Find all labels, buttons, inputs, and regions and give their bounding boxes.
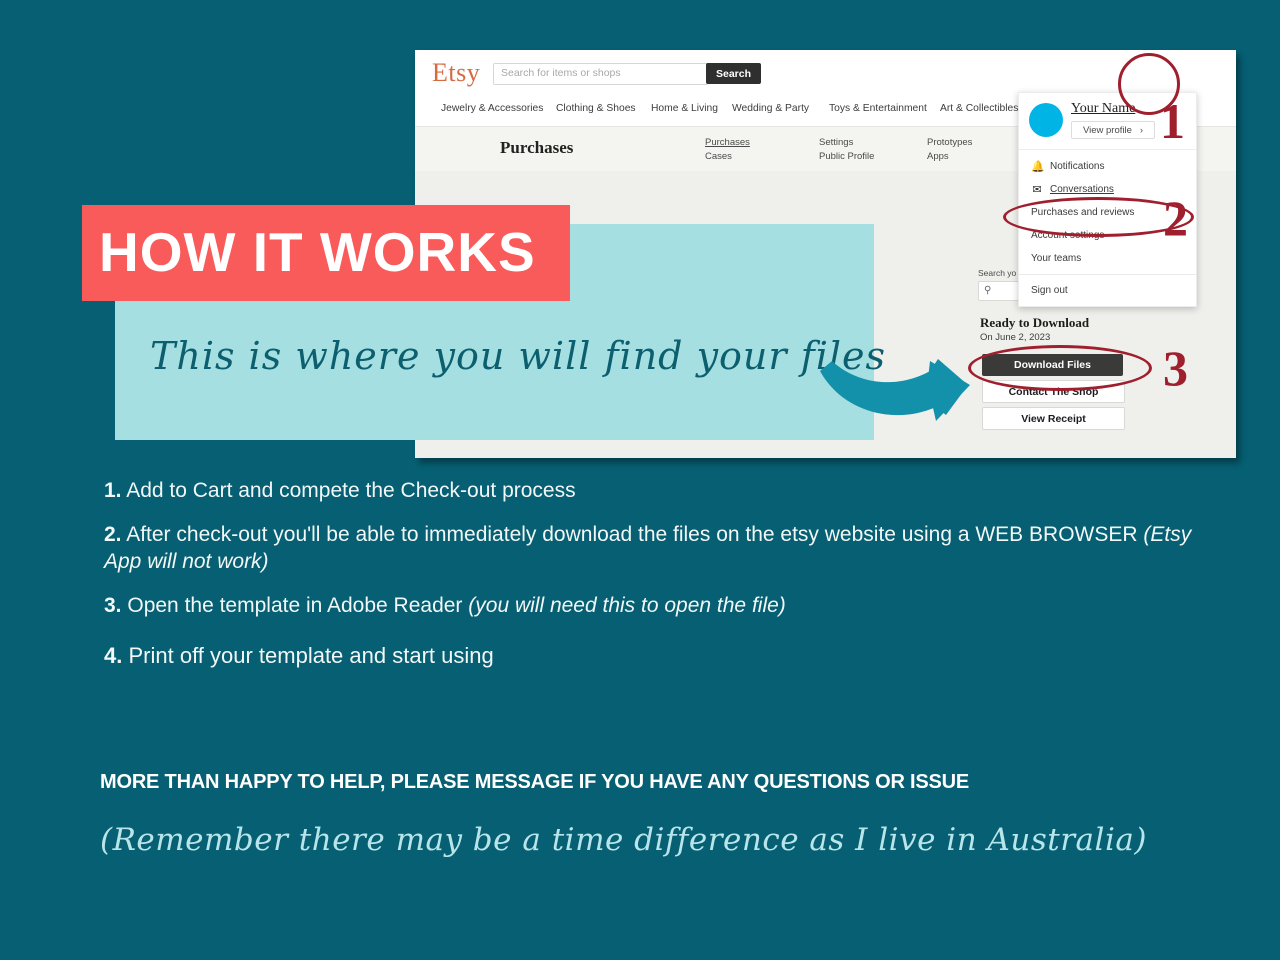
chevron-right-icon: › — [1139, 124, 1144, 136]
annotation-number-1: 1 — [1160, 93, 1185, 149]
step-4: 4. Print off your template and start usi… — [104, 642, 1204, 670]
step-3-italic: (you will need this to open the file) — [468, 593, 786, 617]
category-art[interactable]: Art & Collectibles — [940, 103, 1018, 114]
etsy-search-button[interactable]: Search — [706, 63, 761, 84]
category-wedding[interactable]: Wedding & Party — [732, 103, 809, 114]
nav-column-1: Purchases Cases — [705, 136, 750, 164]
nav-column-2: Settings Public Profile — [819, 136, 874, 164]
view-profile-button[interactable]: View profile › — [1071, 121, 1155, 139]
etsy-search-placeholder: Search for items or shops — [501, 67, 621, 79]
etsy-logo: Etsy — [432, 58, 481, 87]
annotation-ellipse-3 — [968, 345, 1152, 391]
etsy-search-input[interactable]: Search for items or shops — [493, 63, 708, 85]
step-4-number: 4. — [104, 642, 123, 668]
heart-icon: ♥ — [1228, 54, 1236, 74]
nav-public-profile-link[interactable]: Public Profile — [819, 150, 874, 164]
annotation-number-3: 3 — [1163, 340, 1188, 396]
nav-apps-link[interactable]: Apps — [927, 150, 972, 164]
nav-prototypes-link[interactable]: Prototypes — [927, 136, 972, 150]
annotation-number-2: 2 — [1163, 190, 1188, 246]
order-search-label: Search yo — [978, 268, 1017, 278]
nav-cases-link[interactable]: Cases — [705, 150, 750, 164]
step-3: 3. Open the template in Adobe Reader (yo… — [104, 593, 1204, 620]
menu-divider — [1019, 274, 1196, 275]
step-4-text: Print off your template and start using — [128, 642, 494, 668]
favorites-label: Favorites — [1228, 76, 1236, 86]
menu-item-your-teams-label: Your teams — [1031, 253, 1082, 264]
banner-script-caption: This is where you will find your files — [150, 334, 886, 378]
category-clothing[interactable]: Clothing & Shoes — [556, 103, 636, 114]
favorites-button[interactable]: ♥ Favorites — [1228, 54, 1236, 86]
view-profile-label: View profile — [1082, 124, 1132, 136]
envelope-icon: ✉ — [1032, 184, 1042, 196]
step-2-text: After check-out you'll be able to immedi… — [126, 522, 1144, 546]
category-home[interactable]: Home & Living — [651, 103, 718, 114]
bell-icon: 🔔 — [1031, 161, 1045, 173]
banner-title: HOW IT WORKS — [99, 221, 536, 283]
category-jewelry[interactable]: Jewelry & Accessories — [441, 103, 543, 114]
step-1: 1. Add to Cart and compete the Check-out… — [104, 478, 1204, 505]
nav-purchases-link[interactable]: Purchases — [705, 136, 750, 150]
etsy-header: Etsy Search for items or shops Search ♥ … — [415, 50, 1236, 96]
step-3-number: 3. — [104, 593, 122, 617]
menu-item-notifications-label: Notifications — [1050, 161, 1105, 172]
step-3-text: Open the template in Adobe Reader — [127, 593, 469, 617]
step-1-number: 1. — [104, 479, 122, 502]
category-toys[interactable]: Toys & Entertainment — [829, 103, 927, 114]
menu-item-notifications[interactable]: 🔔 Notifications — [1019, 155, 1196, 178]
page-title: Purchases — [500, 138, 574, 157]
ready-to-download-title: Ready to Download — [980, 315, 1090, 330]
step-2-number: 2. — [104, 522, 122, 546]
order-date: On June 2, 2023 — [980, 332, 1051, 343]
menu-item-conversations-label: Conversations — [1050, 184, 1114, 195]
instruction-steps: 1. Add to Cart and compete the Check-out… — [104, 478, 1204, 687]
nav-column-3: Prototypes Apps — [927, 136, 972, 164]
help-message: MORE THAN HAPPY TO HELP, PLEASE MESSAGE … — [100, 771, 970, 793]
view-receipt-button[interactable]: View Receipt — [982, 407, 1125, 430]
nav-settings-link[interactable]: Settings — [819, 136, 874, 150]
step-1-text: Add to Cart and compete the Check-out pr… — [126, 479, 576, 502]
timezone-note: (Remember there may be a time difference… — [100, 822, 1147, 858]
magnifier-icon: ⚲ — [984, 285, 992, 296]
profile-avatar-icon — [1029, 103, 1063, 137]
menu-item-sign-out[interactable]: Sign out — [1019, 279, 1196, 302]
how-it-works-banner: HOW IT WORKS — [82, 205, 570, 301]
curved-arrow-icon — [818, 355, 983, 430]
menu-item-your-teams[interactable]: Your teams — [1019, 247, 1196, 270]
step-2: 2. After check-out you'll be able to imm… — [104, 522, 1204, 576]
menu-item-sign-out-label: Sign out — [1031, 285, 1068, 296]
